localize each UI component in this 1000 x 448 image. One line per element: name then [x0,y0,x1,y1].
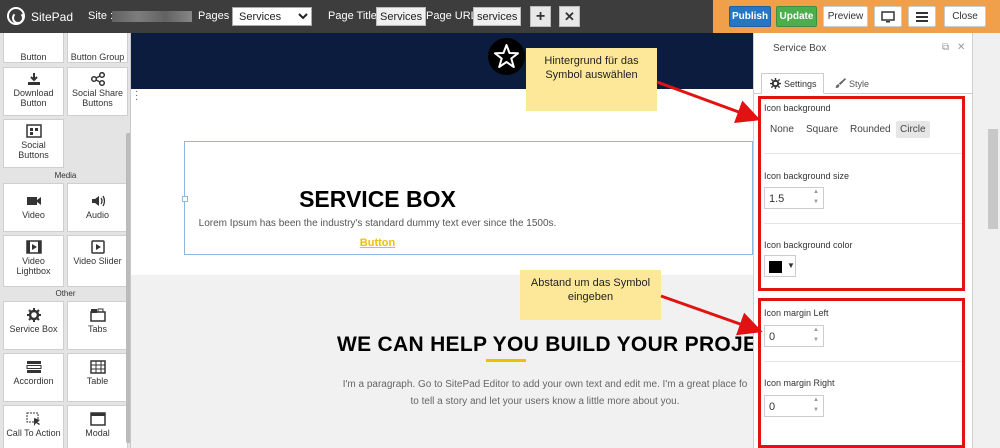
modal-icon [89,412,106,426]
section-heading[interactable]: WE CAN HELP YOU BUILD YOUR PROJE [337,333,753,357]
widget-call-to-action[interactable]: Call To Action [3,405,64,448]
drag-handle-icon[interactable]: · · · [135,87,138,105]
desktop-view-button[interactable] [874,6,902,27]
preview-button[interactable]: Preview [823,6,868,27]
close-button[interactable]: Close [944,6,986,27]
cursor-icon [26,412,40,426]
heading-underline [486,359,526,362]
widget-label: Button Group [70,52,125,62]
site-label: Site : [88,10,114,22]
share-icon [90,72,105,86]
social-buttons-icon [25,124,42,138]
widget-social-buttons[interactable]: Social Buttons [3,119,64,168]
delete-page-button[interactable]: ✕ [559,6,580,27]
widget-button[interactable]: Button [3,33,64,63]
widget-label: Table [86,376,109,386]
widget-label: Video Lightbox [16,256,51,276]
annotation-box-background [758,96,965,291]
table-icon [89,360,106,374]
annotation-box-margin [758,298,965,448]
scroll-thumb[interactable] [988,129,998,229]
brand-name: SitePad [31,10,74,24]
widget-modal[interactable]: Modal [67,405,128,448]
widget-label: Video Slider [73,256,122,266]
button-group-icon [90,36,106,50]
tabs-icon [89,308,106,322]
service-star-icon[interactable] [488,38,525,75]
site-name-blurred [112,11,192,22]
service-box-title[interactable]: SERVICE BOX [0,186,755,213]
widget-tabs[interactable]: Tabs [67,301,128,350]
panel-title: Service Box [773,43,827,54]
paragraph-line-1[interactable]: I'm a paragraph. Go to SitePad Editor to… [337,379,753,390]
widget-button-group[interactable]: Button Group [67,33,128,63]
page-url-input[interactable]: services [473,7,522,26]
add-page-button[interactable]: + [530,6,551,27]
service-box-text[interactable]: Lorem Ipsum has been the industry's stan… [0,218,755,229]
page-title-label: Page Title: [328,10,380,22]
page-url-label: Page URL: [426,10,480,22]
widget-label: Download Button [13,88,54,108]
update-button[interactable]: Update [776,6,817,27]
gear-icon [26,308,41,322]
widget-accordion[interactable]: Accordion [3,353,64,402]
widget-label: Tabs [87,324,107,334]
widget-label: Accordion [13,376,54,386]
publish-button[interactable]: Publish [729,6,771,27]
widget-service-box[interactable]: Service Box [3,301,64,350]
tab-settings-label: Settings [784,79,817,89]
detach-icon[interactable]: ⧉ [942,42,949,53]
widget-download-button[interactable]: Download Button [3,67,64,116]
accordion-icon [26,361,41,373]
button-icon [26,36,42,50]
monitor-icon [881,11,895,23]
annotation-note-margin: Abstand um das Symbol eingeben [520,270,661,320]
widget-label: Modal [85,428,110,438]
close-icon[interactable]: ✕ [957,42,965,53]
page-title-input[interactable]: Services [376,7,427,26]
widget-label: Call To Action [6,428,61,438]
widget-label: Button [20,52,47,62]
tab-style-label: Style [849,79,870,89]
service-box-button[interactable]: Button [0,237,755,249]
tab-settings[interactable]: Settings [761,73,824,94]
widget-label: Service Box [9,324,58,334]
tab-style[interactable]: Style [826,73,876,94]
hamburger-icon [916,12,928,22]
pages-select[interactable]: Services [232,7,312,26]
page-scrollbar[interactable] [973,33,1000,448]
brush-icon [835,78,847,88]
header-section [131,33,753,89]
sitepad-logo-icon [7,7,25,25]
pages-label: Pages : [198,10,236,22]
section-media: Media [54,171,77,180]
menu-button[interactable] [908,6,936,27]
widget-label: Social Share Buttons [71,88,124,108]
annotation-note-background: Hintergrund für das Symbol auswählen [526,48,657,111]
widget-social-share[interactable]: Social Share Buttons [67,67,128,116]
widget-label: Social Buttons [18,140,49,160]
gear-icon [770,78,781,89]
paragraph-line-2[interactable]: to tell a story and let your users know … [337,396,753,407]
widget-table[interactable]: Table [67,353,128,402]
panel-tabs: Settings Style [754,69,974,94]
section-other: Other [55,289,76,298]
download-icon [27,73,40,85]
